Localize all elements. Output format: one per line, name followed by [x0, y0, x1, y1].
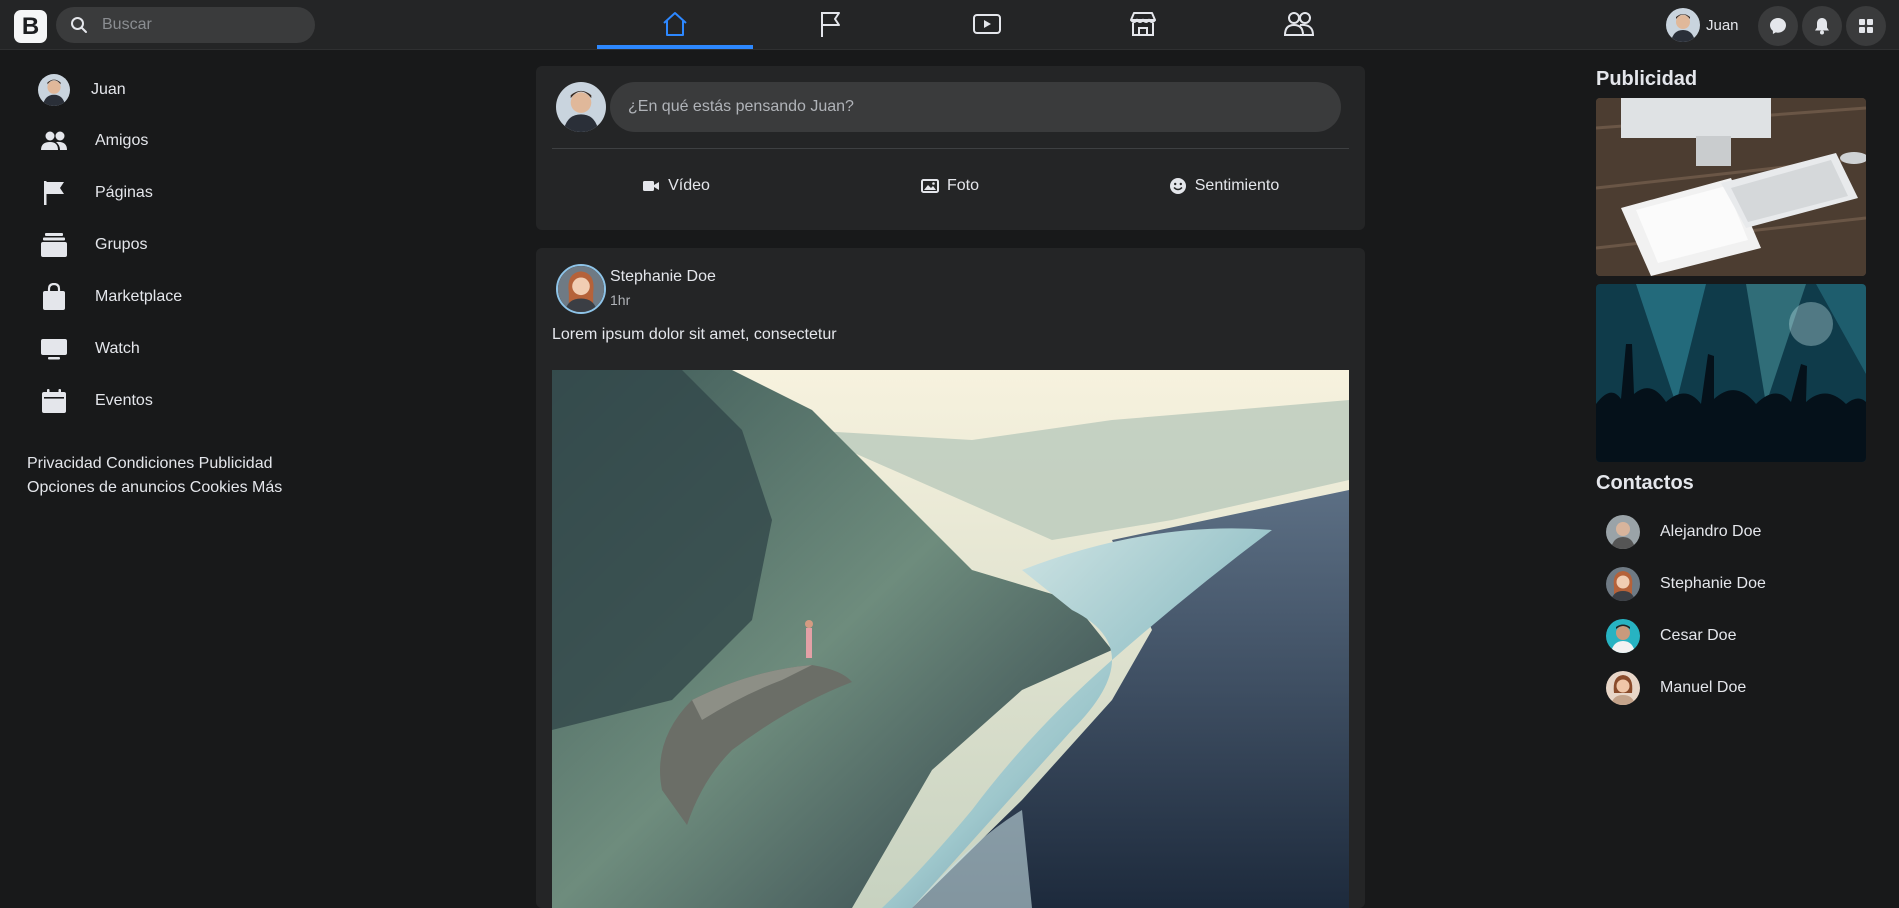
search-input[interactable]: [102, 7, 302, 43]
flag-icon: [821, 12, 840, 37]
profile-name: Juan: [1706, 16, 1739, 34]
post-image[interactable]: [552, 370, 1349, 908]
privacy-link[interactable]: Privacidad: [27, 455, 102, 472]
top-navbar: B Buscar Juan: [0, 0, 1899, 50]
ads-title: Publicidad: [1596, 68, 1698, 90]
avatar[interactable]: [556, 264, 606, 314]
store-icon: [1130, 12, 1156, 36]
feeling-label: Sentimiento: [1194, 177, 1280, 194]
sidebar-item-label: Juan: [91, 81, 126, 98]
avatar: [1606, 671, 1640, 705]
ad-choices-link[interactable]: Opciones de anuncios: [27, 479, 185, 496]
terms-link[interactable]: Condiciones: [106, 455, 194, 472]
groups-icon: [1283, 12, 1315, 36]
post-composer: Vídeo Foto Sentimiento: [536, 66, 1365, 230]
apps-menu-button[interactable]: [1846, 6, 1886, 46]
sidebar-item-groups[interactable]: Grupos: [38, 223, 328, 267]
video-label: Vídeo: [668, 177, 710, 194]
sidebar-item-events[interactable]: Eventos: [38, 379, 328, 423]
brand-logo[interactable]: B: [14, 10, 47, 43]
sidebar-item-pages[interactable]: Páginas: [38, 171, 328, 215]
photo-button[interactable]: Foto: [820, 162, 1080, 210]
avatar: [556, 82, 606, 132]
sidebar-item-watch[interactable]: Watch: [38, 327, 328, 371]
chat-bubble-icon: [1770, 18, 1786, 34]
divider: [552, 148, 1349, 149]
sidebar-item-label: Watch: [95, 340, 140, 357]
ad-image-concert[interactable]: [1596, 284, 1866, 462]
smiley-icon: [1169, 178, 1186, 194]
notifications-button[interactable]: [1802, 6, 1842, 46]
avatar: [1606, 567, 1640, 601]
avatar: [38, 74, 70, 106]
profile-chip[interactable]: Juan: [1666, 8, 1739, 42]
friends-icon: [38, 125, 70, 157]
search-box[interactable]: [56, 7, 315, 43]
tab-marketplace[interactable]: [1065, 0, 1221, 48]
post-text: Lorem ipsum dolor sit amet, consectetur: [552, 326, 837, 343]
sidebar-item-label: Marketplace: [95, 288, 183, 305]
messenger-button[interactable]: [1758, 6, 1798, 46]
sidebar-item-label: Amigos: [95, 132, 149, 149]
contact-name: Stephanie Doe: [1660, 575, 1766, 592]
feed-post: Stephanie Doe 1hr Lorem ipsum dolor sit …: [536, 248, 1365, 908]
post-author[interactable]: Stephanie Doe: [610, 268, 716, 286]
tab-groups[interactable]: [1221, 0, 1377, 48]
sidebar-item-friends[interactable]: Amigos: [38, 119, 328, 163]
contact-name: Alejandro Doe: [1660, 523, 1762, 540]
sidebar-item-marketplace[interactable]: Marketplace: [38, 275, 328, 319]
video-camera-icon: [643, 181, 660, 191]
tab-home[interactable]: [597, 0, 753, 49]
video-button[interactable]: Vídeo: [546, 162, 806, 210]
contact-item[interactable]: Manuel Doe: [1606, 668, 1876, 708]
tab-watch[interactable]: [909, 0, 1065, 48]
calendar-icon: [38, 385, 70, 417]
avatar: [1666, 8, 1700, 42]
photo-label: Foto: [946, 177, 979, 194]
contact-item[interactable]: Cesar Doe: [1606, 616, 1876, 656]
home-icon: [663, 12, 687, 36]
bell-icon: [1815, 18, 1829, 35]
shopping-bag-icon: [38, 281, 70, 313]
advertising-link[interactable]: Publicidad: [199, 455, 273, 472]
grid-icon: [1859, 19, 1873, 33]
status-input[interactable]: [610, 82, 1341, 132]
search-icon: [71, 17, 87, 33]
groups-stack-icon: [38, 229, 70, 261]
cookies-link[interactable]: Cookies: [190, 479, 248, 496]
contacts-title: Contactos: [1596, 472, 1694, 494]
more-link[interactable]: Más: [252, 479, 282, 496]
sidebar-item-profile[interactable]: Juan: [38, 68, 328, 112]
video-play-icon: [973, 14, 1001, 34]
contact-item[interactable]: Alejandro Doe: [1606, 512, 1876, 552]
flag-icon: [38, 177, 70, 209]
sidebar-item-label: Grupos: [95, 236, 148, 253]
sidebar-item-label: Eventos: [95, 392, 153, 409]
avatar: [1606, 619, 1640, 653]
tv-icon: [38, 333, 70, 365]
feeling-button[interactable]: Sentimiento: [1094, 162, 1354, 210]
contact-name: Cesar Doe: [1660, 627, 1737, 644]
avatar: [1606, 515, 1640, 549]
contact-name: Manuel Doe: [1660, 679, 1747, 696]
tab-pages[interactable]: [753, 0, 909, 48]
footer-links: Privacidad Condiciones Publicidad Opcion…: [27, 452, 327, 500]
sidebar-item-label: Páginas: [95, 184, 153, 201]
contact-item[interactable]: Stephanie Doe: [1606, 564, 1876, 604]
photo-icon: [920, 179, 939, 193]
post-timestamp[interactable]: 1hr: [610, 292, 630, 308]
ad-image-desk[interactable]: [1596, 98, 1866, 276]
